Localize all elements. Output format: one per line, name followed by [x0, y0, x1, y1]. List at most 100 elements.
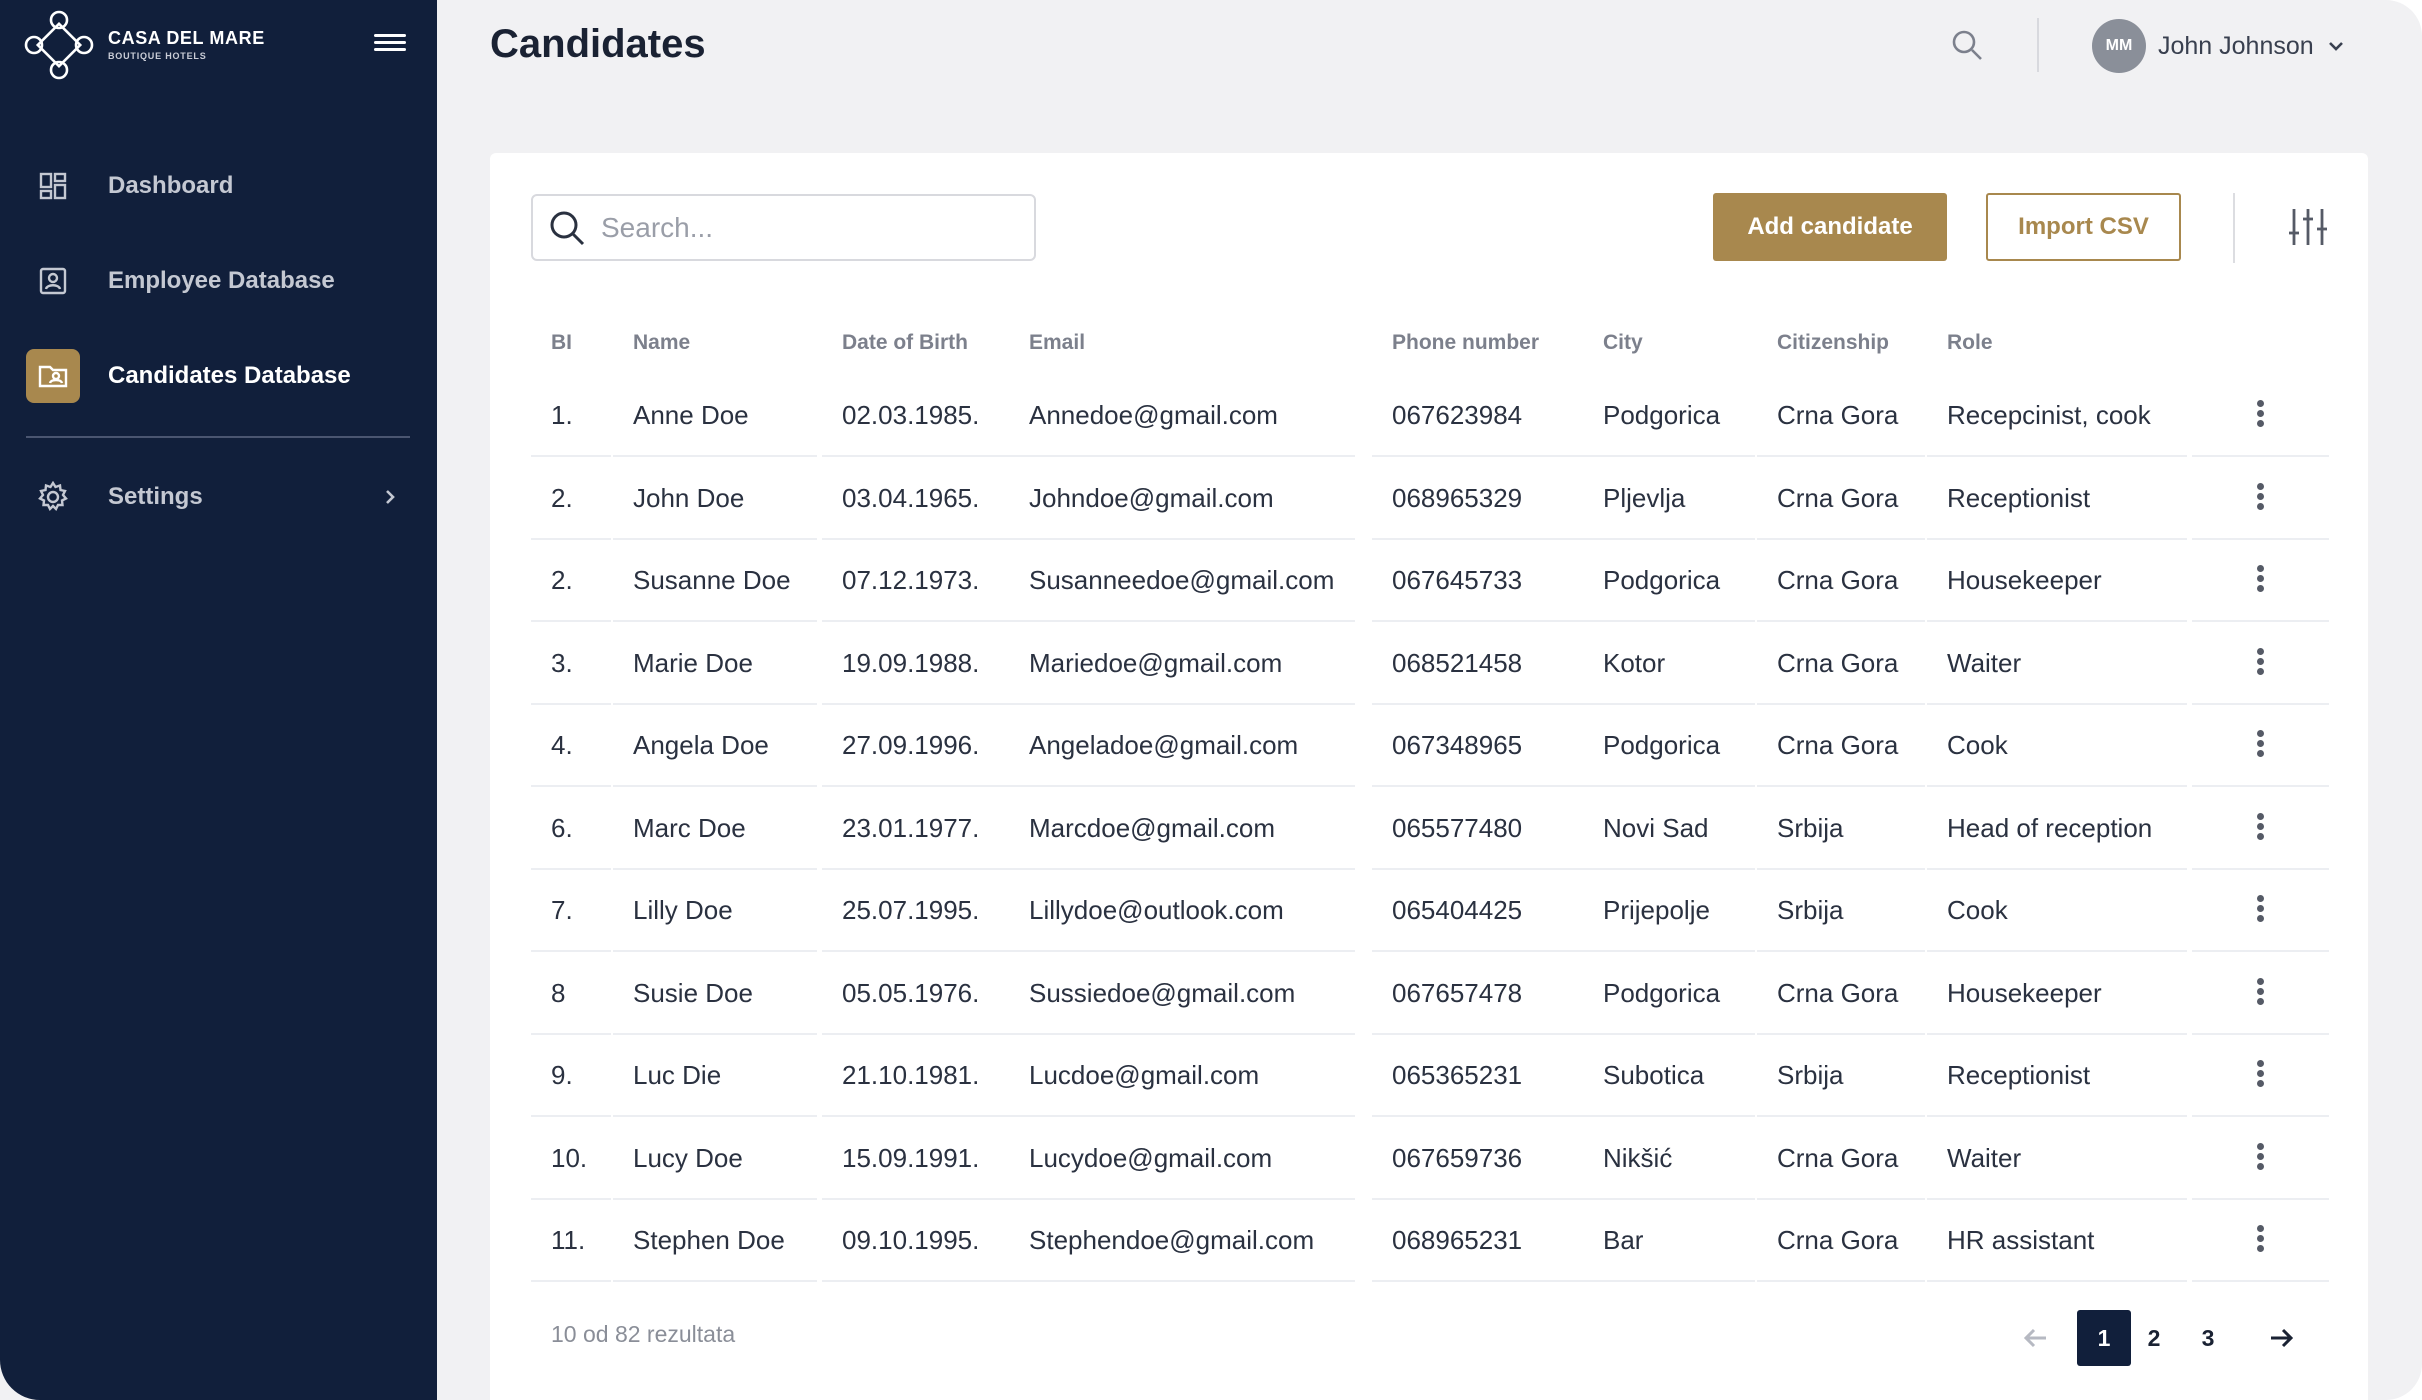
page-1-button[interactable]: 1	[2077, 1310, 2131, 1366]
column-header-city[interactable]: City	[1603, 313, 1643, 373]
sidebar-item-dashboard[interactable]: Dashboard	[26, 156, 410, 216]
more-vertical-icon[interactable]	[2242, 1222, 2278, 1258]
row-divider	[2192, 1280, 2329, 1282]
cell-name: Anne Doe	[633, 400, 749, 430]
more-vertical-icon[interactable]	[2242, 1140, 2278, 1176]
sidebar-item-settings[interactable]: Settings	[26, 467, 410, 527]
import-csv-button[interactable]: Import CSV	[1986, 193, 2181, 261]
cell-citizenship: Crna Gora	[1777, 482, 1899, 513]
cell-dob: 07.12.1973.	[842, 565, 980, 595]
brand-logo[interactable]: CASA DEL MARE BOUTIQUE HOTELS	[24, 10, 394, 82]
cell-bi: 11.	[551, 1225, 586, 1255]
cell-role: Receptionist	[1947, 482, 2091, 513]
search-icon[interactable]	[1950, 28, 1984, 62]
row-divider	[613, 1280, 817, 1282]
table-row[interactable]: 9. Luc Die 21.10.1981. Lucdoe@gmail.com 0653…	[531, 1035, 2329, 1117]
cell-role: Cook	[1947, 895, 2008, 925]
column-header-name[interactable]: Name	[633, 313, 690, 373]
cell-city: Nikšić	[1603, 1142, 1673, 1173]
row-divider	[1927, 1280, 2187, 1282]
page-2-button[interactable]: 2	[2133, 1310, 2175, 1366]
cell-city: Prijepolje	[1603, 895, 1710, 925]
cell-city: Podgorica	[1603, 565, 1721, 595]
cell-phone: 065404425	[1392, 895, 1523, 925]
cell-name: Lilly Doe	[633, 895, 733, 925]
table-row[interactable]: 7. Lilly Doe 25.07.1995. Lillydoe@outlook.c…	[531, 870, 2329, 952]
arrow-right-icon[interactable]	[2265, 1322, 2297, 1354]
cell-dob: 02.03.1985.	[842, 400, 980, 430]
more-vertical-icon[interactable]	[2242, 1057, 2278, 1093]
cell-role: Recepcinist, cook	[1947, 400, 2151, 430]
cell-bi: 9.	[551, 1060, 573, 1090]
cell-city: Kotor	[1603, 647, 1666, 678]
cell-name: Angela Doe	[633, 730, 769, 760]
cell-name: Susie Doe	[633, 977, 753, 1008]
more-vertical-icon[interactable]	[2242, 562, 2278, 598]
more-vertical-icon[interactable]	[2242, 727, 2278, 763]
more-vertical-icon[interactable]	[2242, 810, 2278, 846]
cell-city: Podgorica	[1603, 730, 1721, 760]
column-header-email[interactable]: Email	[1029, 313, 1085, 373]
table-row[interactable]: 11. Stephen Doe 09.10.1995. Stephendoe@gmai…	[531, 1200, 2329, 1282]
cell-dob: 09.10.1995.	[842, 1225, 980, 1255]
cell-name: John Doe	[633, 482, 745, 513]
cell-email: Lucydoe@gmail.com	[1029, 1142, 1273, 1173]
table-row[interactable]: 8 Susie Doe 05.05.1976. Sussiedoe@gmail.com…	[531, 953, 2329, 1035]
user-menu[interactable]: MM John Johnson	[2092, 18, 2346, 74]
cell-citizenship: Crna Gora	[1777, 565, 1899, 595]
cell-phone: 067348965	[1392, 730, 1523, 760]
table-row[interactable]: 2. John Doe 03.04.1965. Johndoe@gmail.com 06…	[531, 458, 2329, 540]
more-vertical-icon[interactable]	[2242, 892, 2278, 928]
cell-phone: 068965329	[1392, 482, 1523, 513]
column-header-bi[interactable]: BI	[551, 313, 572, 373]
sidebar-item-label: Candidates Database	[108, 362, 351, 389]
row-divider	[822, 1280, 1018, 1282]
chevron-right-icon	[386, 490, 395, 504]
table-row[interactable]: 10. Lucy Doe 15.09.1991. Lucydoe@gmail.com 0…	[531, 1118, 2329, 1200]
search-field[interactable]	[531, 194, 1036, 261]
cell-citizenship: Srbija	[1777, 1060, 1844, 1090]
column-header-dob[interactable]: Date of Birth	[842, 313, 968, 373]
cell-email: Annedoe@gmail.com	[1029, 400, 1278, 430]
cell-bi: 6.	[551, 812, 573, 843]
sidebar-item-label: Settings	[108, 483, 203, 510]
hamburger-menu-icon[interactable]	[370, 30, 410, 60]
sidebar-item-employee-database[interactable]: Employee Database	[26, 251, 410, 311]
row-divider	[531, 1280, 611, 1282]
table-row[interactable]: 3. Marie Doe 19.09.1988. Mariedoe@gmail.com…	[531, 623, 2329, 705]
sidebar-item-candidates-database[interactable]: Candidates Database	[26, 346, 410, 406]
add-candidate-button[interactable]: Add candidate	[1713, 193, 1947, 261]
cell-city: Bar	[1603, 1225, 1644, 1255]
row-divider	[1372, 1280, 1583, 1282]
more-vertical-icon[interactable]	[2242, 397, 2278, 433]
logo-icon	[24, 10, 94, 80]
cell-phone: 065365231	[1392, 1060, 1523, 1090]
cell-citizenship: Srbija	[1777, 895, 1844, 925]
cell-phone: 067659736	[1392, 1142, 1523, 1173]
filter-sliders-icon[interactable]	[2286, 205, 2330, 249]
cell-bi: 1.	[551, 400, 573, 430]
cell-name: Susanne Doe	[633, 565, 791, 595]
cell-phone: 068521458	[1392, 647, 1523, 678]
table-row[interactable]: 4. Angela Doe 27.09.1996. Angeladoe@gmail.c…	[531, 705, 2329, 787]
table-row[interactable]: 1. Anne Doe 02.03.1985. Annedoe@gmail.com 06…	[531, 375, 2329, 457]
search-input[interactable]	[601, 211, 1021, 244]
page-3-button[interactable]: 3	[2187, 1310, 2229, 1366]
arrow-left-icon[interactable]	[2020, 1322, 2052, 1354]
id-badge-icon	[26, 254, 80, 308]
cell-dob: 03.04.1965.	[842, 482, 980, 513]
more-vertical-icon[interactable]	[2242, 645, 2278, 681]
column-header-citizenship[interactable]: Citizenship	[1777, 313, 1889, 373]
avatar: MM	[2092, 19, 2146, 73]
dashboard-icon	[26, 159, 80, 213]
cell-name: Marie Doe	[633, 647, 753, 678]
cell-role: Head of reception	[1947, 812, 2153, 843]
more-vertical-icon[interactable]	[2242, 480, 2278, 516]
column-header-phone[interactable]: Phone number	[1392, 313, 1539, 373]
column-header-role[interactable]: Role	[1947, 313, 1993, 373]
more-vertical-icon[interactable]	[2242, 975, 2278, 1011]
table-row[interactable]: 6. Marc Doe 23.01.1977. Marcdoe@gmail.com 06…	[531, 788, 2329, 870]
sidebar-item-label: Dashboard	[108, 172, 234, 199]
table-row[interactable]: 2. Susanne Doe 07.12.1973. Susanneedoe@gmai…	[531, 540, 2329, 622]
cell-phone: 065577480	[1392, 812, 1523, 843]
